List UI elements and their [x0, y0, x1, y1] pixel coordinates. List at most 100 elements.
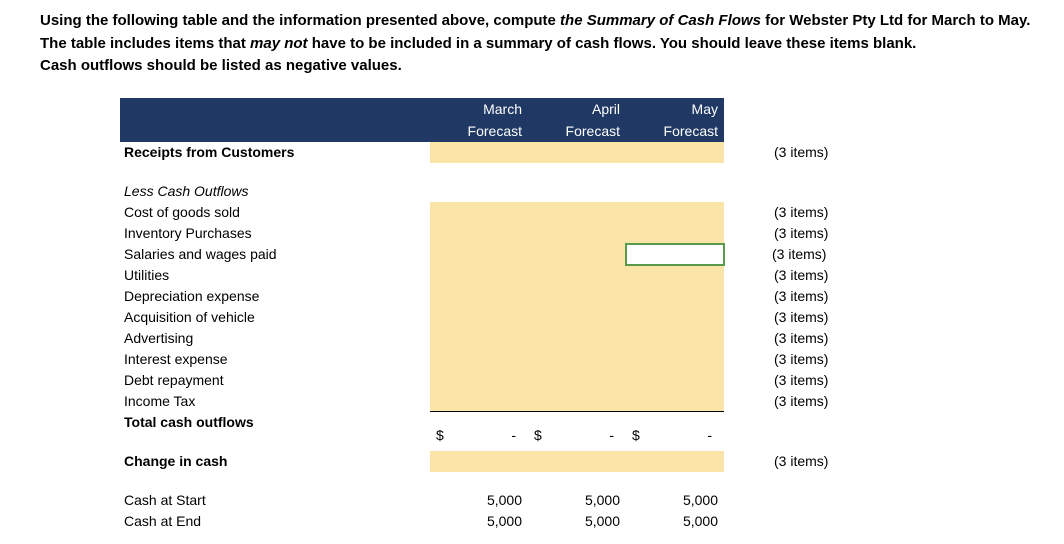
input-interest-mar[interactable]	[430, 349, 528, 370]
input-receipts-apr[interactable]	[528, 142, 626, 163]
row-cash-start: Cash at Start 5,000 5,000 5,000	[120, 490, 900, 511]
input-salaries-apr[interactable]	[528, 244, 626, 265]
input-vehicle-mar[interactable]	[430, 307, 528, 328]
row-advertising: Advertising (3 items)	[120, 328, 900, 349]
hint-inventory: (3 items)	[724, 223, 900, 244]
input-depreciation-may[interactable]	[626, 286, 724, 307]
input-interest-may[interactable]	[626, 349, 724, 370]
input-incometax-apr[interactable]	[528, 391, 626, 412]
instr-line2b: may not	[250, 35, 308, 52]
hint-interest: (3 items)	[724, 349, 900, 370]
label-debt: Debt repayment	[120, 370, 430, 391]
input-incometax-mar[interactable]	[430, 391, 528, 412]
input-receipts-may[interactable]	[626, 142, 724, 163]
input-depreciation-apr[interactable]	[528, 286, 626, 307]
hint-change: (3 items)	[724, 451, 900, 472]
col-april-bot: Forecast	[528, 120, 626, 142]
input-depreciation-mar[interactable]	[430, 286, 528, 307]
col-may-top: May	[626, 98, 724, 120]
input-change-apr[interactable]	[528, 451, 626, 472]
label-total-outflows: Total cash outflows	[120, 412, 430, 433]
total-mar: $-	[430, 412, 528, 433]
input-salaries-mar[interactable]	[430, 244, 528, 265]
row-inventory: Inventory Purchases (3 items)	[120, 223, 900, 244]
input-advertising-mar[interactable]	[430, 328, 528, 349]
header-row-2: Forecast Forecast Forecast	[120, 120, 900, 142]
input-inventory-apr[interactable]	[528, 223, 626, 244]
input-utilities-mar[interactable]	[430, 265, 528, 286]
label-cash-end: Cash at End	[120, 511, 430, 532]
input-cogs-may[interactable]	[626, 202, 724, 223]
val-end-may: 5,000	[626, 511, 724, 532]
row-income-tax: Income Tax (3 items)	[120, 391, 900, 412]
label-cogs: Cost of goods sold	[120, 202, 430, 223]
input-debt-apr[interactable]	[528, 370, 626, 391]
hint-utilities: (3 items)	[724, 265, 900, 286]
instr-line1a: Using the following table and the inform…	[40, 12, 560, 29]
row-cash-end: Cash at End 5,000 5,000 5,000	[120, 511, 900, 532]
label-inventory: Inventory Purchases	[120, 223, 430, 244]
label-change-cash: Change in cash	[120, 451, 430, 472]
row-less-outflows: Less Cash Outflows	[120, 181, 900, 202]
instr-line3: Cash outflows should be listed as negati…	[40, 57, 402, 74]
input-salaries-may[interactable]	[626, 244, 724, 265]
input-inventory-mar[interactable]	[430, 223, 528, 244]
input-vehicle-may[interactable]	[626, 307, 724, 328]
label-utilities: Utilities	[120, 265, 430, 286]
input-vehicle-apr[interactable]	[528, 307, 626, 328]
input-interest-apr[interactable]	[528, 349, 626, 370]
label-receipts: Receipts from Customers	[120, 142, 430, 163]
label-advertising: Advertising	[120, 328, 430, 349]
input-debt-may[interactable]	[626, 370, 724, 391]
input-receipts-mar[interactable]	[430, 142, 528, 163]
col-march-bot: Forecast	[430, 120, 528, 142]
input-utilities-apr[interactable]	[528, 265, 626, 286]
label-vehicle: Acquisition of vehicle	[120, 307, 430, 328]
label-cash-start: Cash at Start	[120, 490, 430, 511]
row-cogs: Cost of goods sold (3 items)	[120, 202, 900, 223]
col-april-top: April	[528, 98, 626, 120]
row-total-outflows: Total cash outflows $- $- $-	[120, 412, 900, 433]
row-utilities: Utilities (3 items)	[120, 265, 900, 286]
row-depreciation: Depreciation expense (3 items)	[120, 286, 900, 307]
input-advertising-may[interactable]	[626, 328, 724, 349]
hint-depreciation: (3 items)	[724, 286, 900, 307]
total-may: $-	[626, 412, 724, 433]
input-inventory-may[interactable]	[626, 223, 724, 244]
hint-receipts: (3 items)	[724, 142, 900, 163]
cashflow-table: March April May Forecast Forecast Foreca…	[120, 98, 900, 532]
row-receipts: Receipts from Customers (3 items)	[120, 142, 900, 163]
input-change-mar[interactable]	[430, 451, 528, 472]
instructions-block: Using the following table and the inform…	[40, 10, 1064, 78]
hint-debt: (3 items)	[724, 370, 900, 391]
label-depreciation: Depreciation expense	[120, 286, 430, 307]
val-end-mar: 5,000	[430, 511, 528, 532]
input-debt-mar[interactable]	[430, 370, 528, 391]
hint-advertising: (3 items)	[724, 328, 900, 349]
label-salaries: Salaries and wages paid	[120, 244, 430, 265]
row-change-cash: Change in cash (3 items)	[120, 451, 900, 472]
col-march-top: March	[430, 98, 528, 120]
input-cogs-mar[interactable]	[430, 202, 528, 223]
instr-line1c: for Webster Pty Ltd for March to May.	[765, 12, 1030, 29]
input-cogs-apr[interactable]	[528, 202, 626, 223]
input-advertising-apr[interactable]	[528, 328, 626, 349]
instr-line2a: The table includes items that	[40, 35, 250, 52]
val-start-mar: 5,000	[430, 490, 528, 511]
row-interest: Interest expense (3 items)	[120, 349, 900, 370]
hint-incometax: (3 items)	[724, 391, 900, 412]
col-may-bot: Forecast	[626, 120, 724, 142]
hint-cogs: (3 items)	[724, 202, 900, 223]
val-start-apr: 5,000	[528, 490, 626, 511]
row-debt: Debt repayment (3 items)	[120, 370, 900, 391]
instr-line2c: have to be included in a summary of cash…	[308, 35, 917, 52]
label-interest: Interest expense	[120, 349, 430, 370]
row-salaries: Salaries and wages paid (3 items)	[120, 244, 900, 265]
instr-line1b: the Summary of Cash Flows	[560, 12, 765, 29]
input-change-may[interactable]	[626, 451, 724, 472]
total-apr: $-	[528, 412, 626, 433]
header-row-1: March April May	[120, 98, 900, 120]
val-start-may: 5,000	[626, 490, 724, 511]
input-utilities-may[interactable]	[626, 265, 724, 286]
input-incometax-may[interactable]	[626, 391, 724, 412]
